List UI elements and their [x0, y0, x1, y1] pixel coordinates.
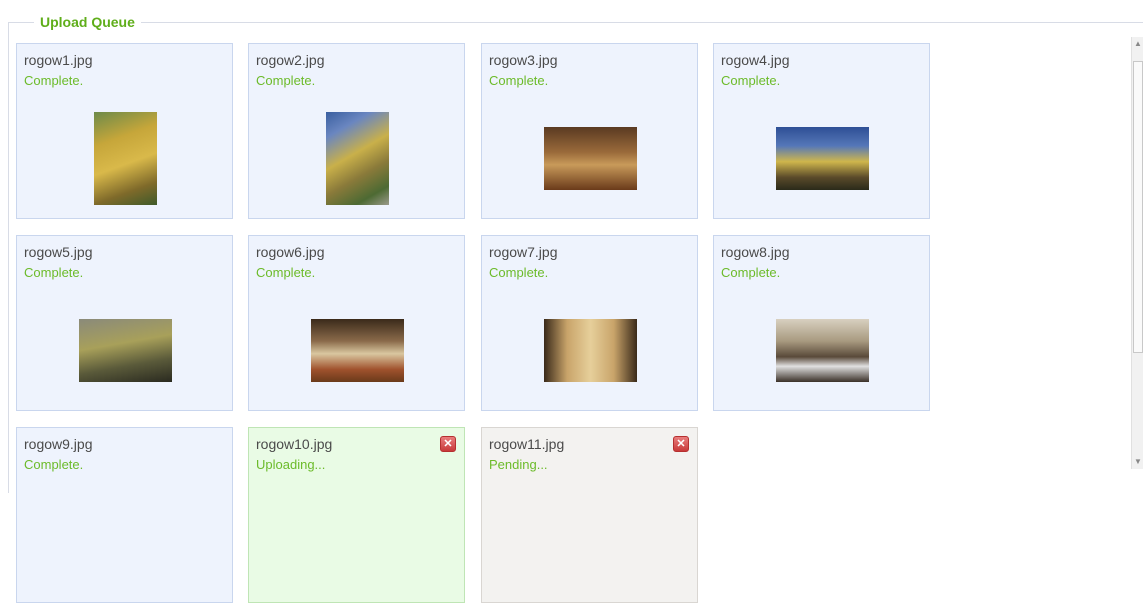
queue-item-filename: rogow6.jpg — [256, 244, 325, 260]
queue-item: rogow1.jpg Complete. — [16, 43, 233, 219]
queue-item-filename: rogow9.jpg — [24, 436, 93, 452]
thumbnail-image — [311, 319, 404, 382]
thumbnail-image — [94, 112, 157, 205]
scroll-down-icon[interactable]: ▼ — [1132, 455, 1143, 469]
cancel-upload-icon[interactable]: ✕ — [440, 436, 456, 452]
queue-item: rogow9.jpg Complete. — [16, 427, 233, 603]
queue-item-status: Complete. — [489, 73, 549, 88]
queue-item: rogow6.jpg Complete. — [248, 235, 465, 411]
queue-item-filename: rogow3.jpg — [489, 52, 558, 68]
queue-item-filename: rogow5.jpg — [24, 244, 93, 260]
queue-item-status: Complete. — [256, 73, 316, 88]
scrollbar-thumb[interactable] — [1133, 61, 1143, 353]
thumbnail-image — [544, 127, 637, 190]
queue-item: rogow3.jpg Complete. — [481, 43, 698, 219]
queue-item: rogow5.jpg Complete. — [16, 235, 233, 411]
vertical-scrollbar[interactable]: ▲ ▼ — [1131, 37, 1143, 469]
queue-item-filename: rogow10.jpg — [256, 436, 333, 452]
queue-item-filename: rogow2.jpg — [256, 52, 325, 68]
queue-item-status: Complete. — [24, 265, 84, 280]
queue-item-status: Complete. — [721, 265, 781, 280]
queue-item-filename: rogow4.jpg — [721, 52, 790, 68]
queue-item-filename: rogow1.jpg — [24, 52, 93, 68]
thumbnail-image — [776, 127, 869, 190]
cancel-upload-icon[interactable]: ✕ — [673, 436, 689, 452]
thumbnail-image — [326, 112, 389, 205]
queue-item-filename: rogow8.jpg — [721, 244, 790, 260]
thumbnail-image — [544, 319, 637, 382]
queue-item-status: Complete. — [489, 265, 549, 280]
queue-item: rogow4.jpg Complete. — [713, 43, 930, 219]
queue-item-status: Pending... — [489, 457, 548, 472]
queue-item-filename: rogow11.jpg — [489, 436, 565, 452]
queue-item: rogow8.jpg Complete. — [713, 235, 930, 411]
queue-item: rogow2.jpg Complete. — [248, 43, 465, 219]
queue-item-status: Complete. — [721, 73, 781, 88]
queue-item: rogow7.jpg Complete. — [481, 235, 698, 411]
scroll-up-icon[interactable]: ▲ — [1132, 37, 1143, 51]
thumbnail-image — [79, 319, 172, 382]
queue-item-status: Complete. — [256, 265, 316, 280]
queue-item-status: Uploading... — [256, 457, 326, 472]
queue-item-pending: rogow11.jpg Pending... ✕ — [481, 427, 698, 603]
queue-item-filename: rogow7.jpg — [489, 244, 558, 260]
queue-item-status: Complete. — [24, 73, 84, 88]
queue-item-status: Complete. — [24, 457, 84, 472]
queue-item-uploading: rogow10.jpg Uploading... ✕ — [248, 427, 465, 603]
thumbnail-image — [776, 319, 869, 382]
upload-queue-title: Upload Queue — [34, 13, 141, 31]
